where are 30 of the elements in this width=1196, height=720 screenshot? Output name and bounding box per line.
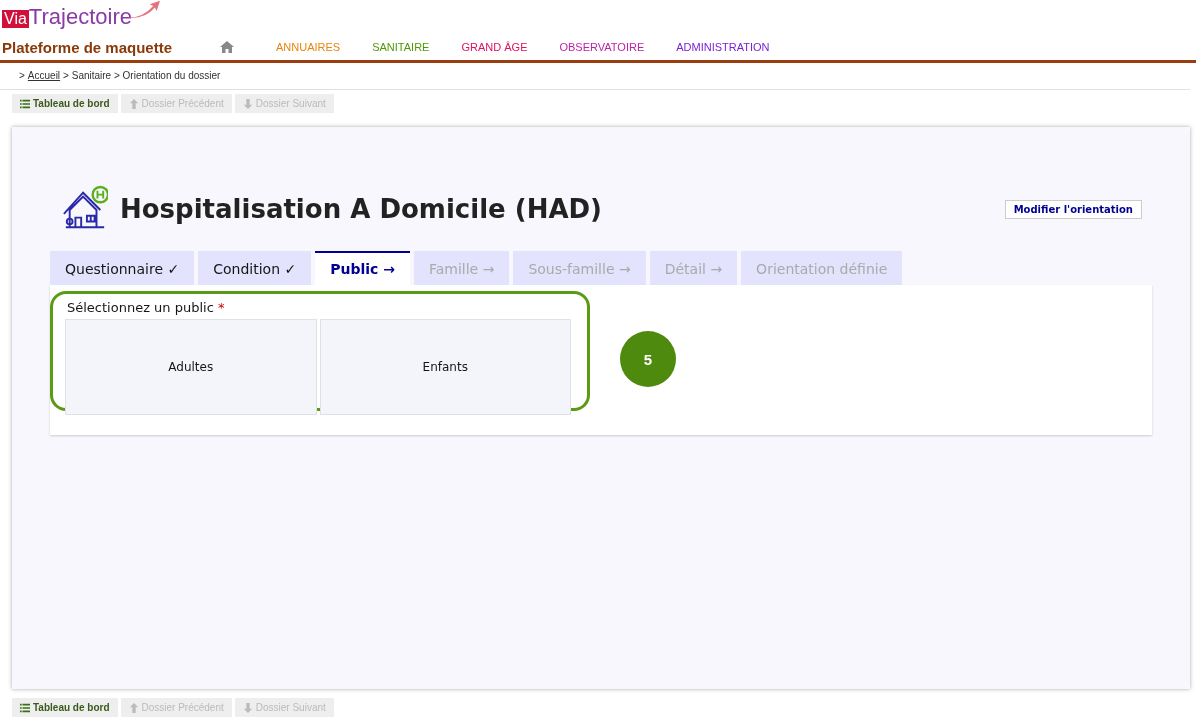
step-tab[interactable]: Public → (315, 251, 410, 285)
step-tab[interactable]: Questionnaire ✓ (50, 251, 195, 285)
list-icon (20, 98, 30, 109)
toolbar-button[interactable]: Tableau de bord (12, 94, 118, 113)
nav-link[interactable]: OBSERVATOIRE (559, 41, 645, 53)
modify-orientation-button[interactable]: Modifier l'orientation (1004, 199, 1142, 219)
breadcrumb-path: > Sanitaire > Orientation du dossier (63, 70, 221, 81)
up-arrow-icon (128, 702, 139, 713)
logo-trajectoire: Trajectoire (28, 4, 132, 30)
up-arrow-icon (128, 98, 139, 109)
breadcrumb-link[interactable]: Accueil (27, 70, 61, 81)
nav-link[interactable]: ANNUAIRES (276, 41, 341, 53)
nav-link[interactable]: ADMINISTRATION (676, 41, 770, 53)
breadcrumb-separator: > (19, 70, 25, 81)
nav-link[interactable]: GRAND ÂGE (461, 41, 528, 53)
step-badge: 5 (620, 331, 676, 387)
option-tile[interactable]: Adultes (65, 319, 317, 415)
step-tab[interactable]: Condition ✓ (198, 251, 312, 285)
logo-via: Via (2, 10, 29, 28)
nav-link[interactable]: SANITAIRE (372, 41, 430, 53)
required-mark: * (217, 300, 225, 315)
home-icon[interactable] (220, 41, 234, 53)
option-tile[interactable]: Enfants (319, 319, 571, 415)
down-arrow-icon (242, 98, 253, 109)
page-title: Hospitalisation A Domicile (HAD) (120, 194, 602, 224)
down-arrow-icon (242, 702, 253, 713)
list-icon (20, 702, 30, 713)
toolbar-button[interactable]: Tableau de bord (12, 698, 118, 717)
question-label: Sélectionnez un public * (67, 300, 226, 315)
platform-title: Plateforme de maquette (2, 38, 174, 56)
